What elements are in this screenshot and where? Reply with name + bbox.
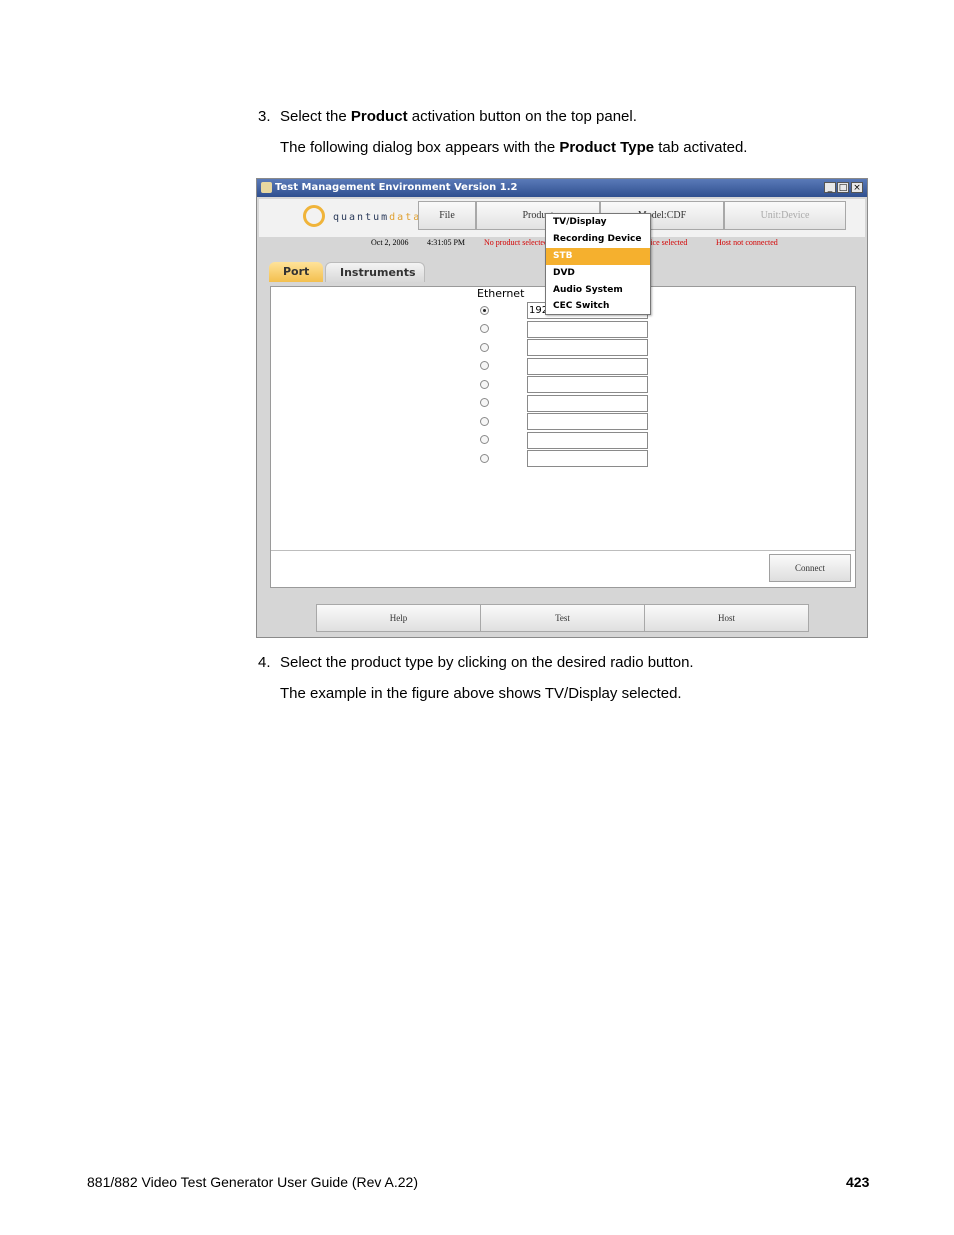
step-3-detail: The following dialog box appears with th… [280, 139, 748, 156]
ip-field-2[interactable] [527, 321, 648, 338]
product-type-menu: TV/Display Recording Device STB DVD Audi… [545, 213, 651, 315]
logo-q-icon [303, 205, 325, 227]
help-button[interactable]: Help [316, 604, 481, 632]
step-number: 3. [258, 108, 271, 125]
unit-device-button[interactable]: Unit:Device [724, 201, 846, 230]
radio-1[interactable] [480, 306, 489, 315]
menu-item-dvd[interactable]: DVD [546, 265, 650, 282]
product-emphasis: Product [350, 108, 408, 125]
ip-field-3[interactable] [527, 339, 648, 356]
app-window-screenshot: Test Management Environment Version 1.2 … [256, 178, 868, 638]
ip-field-8[interactable] [527, 432, 648, 449]
status-time: 4:31:05 PM [427, 238, 466, 247]
menu-item-audio-system[interactable]: Audio System [546, 282, 650, 299]
menu-item-recording-device[interactable]: Recording Device [546, 231, 650, 248]
minimize-button[interactable]: _ [824, 182, 836, 193]
footer-title: 881/882 Video Test Generator User Guide … [87, 1174, 419, 1190]
test-button[interactable]: Test [480, 604, 645, 632]
status-product: No product selected [484, 238, 548, 247]
ip-field-9[interactable] [527, 450, 648, 467]
page-number: 423 [846, 1174, 870, 1190]
status-date: Oct 2, 2006 [371, 238, 409, 247]
quantumdata-logo: quantumdata [303, 205, 423, 233]
step-3: 3. Select the Product activation button o… [258, 108, 637, 125]
radio-6[interactable] [480, 398, 489, 407]
tab-instruments[interactable]: Instruments [325, 262, 425, 282]
radio-9[interactable] [480, 454, 489, 463]
ip-field-6[interactable] [527, 395, 648, 412]
connect-button[interactable]: Connect [769, 554, 851, 582]
ip-field-4[interactable] [527, 358, 648, 375]
menu-item-cec-switch[interactable]: CEC Switch [546, 298, 650, 315]
product-type-emphasis: Product Type [559, 139, 655, 156]
close-button[interactable]: × [851, 182, 863, 193]
radio-2[interactable] [480, 324, 489, 333]
port-panel: Ethernet 192 Connect [270, 286, 856, 588]
step-4-detail: The example in the figure above shows TV… [280, 685, 682, 702]
ethernet-label: Ethernet [477, 287, 525, 300]
ip-field-7[interactable] [527, 413, 648, 430]
radio-8[interactable] [480, 435, 489, 444]
tab-port[interactable]: Port [269, 262, 323, 282]
radio-4[interactable] [480, 361, 489, 370]
menu-item-stb[interactable]: STB [546, 248, 650, 265]
java-icon [261, 182, 272, 193]
window-title: Test Management Environment Version 1.2 [275, 182, 518, 193]
file-button[interactable]: File [418, 201, 476, 230]
status-host: Host not connected [716, 238, 778, 247]
step-number: 4. [258, 654, 271, 671]
maximize-button[interactable]: □ [837, 182, 849, 193]
host-button[interactable]: Host [644, 604, 809, 632]
panel-divider [271, 550, 855, 551]
step-4: 4. Select the product type by clicking on… [258, 654, 694, 671]
radio-5[interactable] [480, 380, 489, 389]
title-bar: Test Management Environment Version 1.2 … [257, 179, 867, 197]
menu-item-tv-display[interactable]: TV/Display [546, 214, 650, 231]
ip-field-5[interactable] [527, 376, 648, 393]
radio-7[interactable] [480, 417, 489, 426]
radio-3[interactable] [480, 343, 489, 352]
